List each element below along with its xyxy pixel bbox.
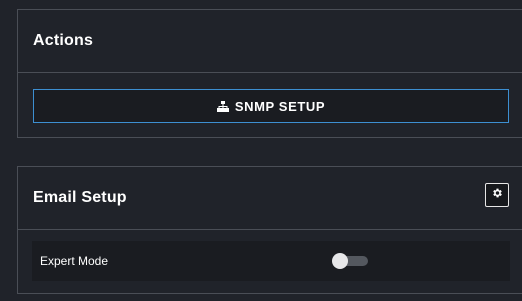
settings-button[interactable] xyxy=(485,183,509,207)
snmp-setup-label: SNMP SETUP xyxy=(234,98,326,114)
actions-title: Actions xyxy=(33,32,94,49)
actions-panel: Actions SNMP SETUP xyxy=(17,9,522,138)
actions-header: Actions xyxy=(18,10,522,73)
expert-mode-label: Expert Mode xyxy=(40,254,109,268)
expert-mode-row: Expert Mode xyxy=(32,241,510,281)
email-setup-title: Email Setup xyxy=(33,189,127,206)
toggle-knob xyxy=(332,253,348,269)
gear-icon xyxy=(491,186,503,204)
sitemap-icon xyxy=(216,100,229,112)
snmp-setup-button[interactable]: SNMP SETUP xyxy=(33,89,509,123)
expert-mode-toggle[interactable] xyxy=(332,253,369,269)
page: Actions SNMP SETUP Email Setup Expert Mo… xyxy=(0,0,522,301)
actions-body: SNMP SETUP xyxy=(18,73,522,138)
email-setup-panel: Email Setup Expert Mode xyxy=(17,166,522,294)
email-setup-header: Email Setup xyxy=(18,167,522,230)
